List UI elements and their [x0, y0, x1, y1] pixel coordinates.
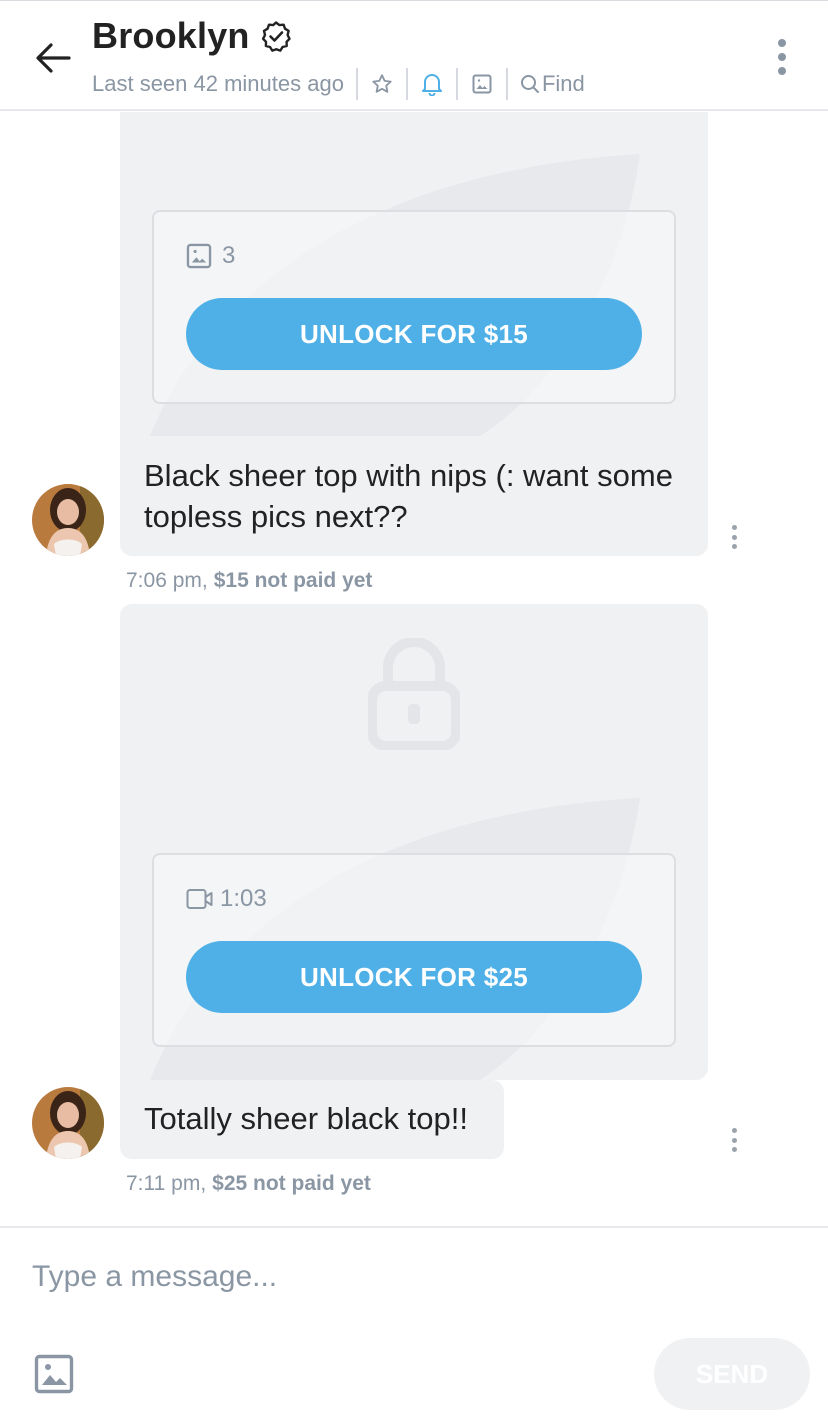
message-options-icon[interactable]: [729, 1128, 739, 1152]
find-label: Find: [541, 71, 585, 96]
more-options-icon[interactable]: [772, 39, 792, 75]
unlock-button[interactable]: UNLOCK FOR $25: [186, 941, 642, 1013]
search-icon: [520, 75, 539, 93]
message-options-icon[interactable]: [729, 525, 739, 549]
contact-name[interactable]: Brooklyn: [92, 15, 250, 57]
video-icon: [186, 889, 213, 909]
video-duration: 1:03: [186, 885, 267, 913]
media-count-value: 3: [222, 242, 236, 269]
locked-content-box: 3 UNLOCK FOR $15: [152, 210, 676, 404]
message-meta: 7:06 pm, $15 not paid yet: [126, 569, 372, 593]
locked-media-card: 3 UNLOCK FOR $15: [120, 112, 708, 436]
divider: [505, 68, 508, 100]
avatar[interactable]: [32, 1087, 104, 1159]
message-composer: SEND: [0, 1226, 828, 1426]
video-duration-value: 1:03: [220, 885, 267, 912]
divider: [405, 68, 408, 100]
image-icon[interactable]: [470, 72, 494, 96]
send-button[interactable]: SEND: [654, 1338, 810, 1410]
avatar[interactable]: [32, 484, 104, 556]
divider: [355, 68, 358, 100]
divider: [455, 68, 458, 100]
star-icon[interactable]: [370, 72, 394, 96]
payment-status: $15 not paid yet: [213, 569, 373, 592]
message-bubble: Totally sheer black top!!: [120, 1080, 504, 1159]
message-input[interactable]: [32, 1254, 632, 1300]
message-text: Totally sheer black top!!: [144, 1101, 468, 1136]
locked-content-box: 1:03 UNLOCK FOR $25: [152, 853, 676, 1047]
bell-icon[interactable]: [420, 72, 444, 96]
unlock-button[interactable]: UNLOCK FOR $15: [186, 298, 642, 370]
attach-image-icon[interactable]: [34, 1354, 74, 1394]
payment-status: $25 not paid yet: [212, 1172, 371, 1195]
locked-media-card: 1:03 UNLOCK FOR $25: [120, 604, 708, 1080]
arrow-left-icon: [36, 43, 71, 73]
message-bubble: Black sheer top with nips (: want some t…: [120, 436, 708, 556]
message-time: 7:11 pm,: [126, 1172, 207, 1195]
image-icon: [186, 243, 212, 269]
back-button[interactable]: [30, 35, 76, 81]
message-text: Black sheer top with nips (: want some t…: [144, 458, 673, 534]
message-time: 7:06 pm,: [126, 569, 208, 592]
chat-header: Brooklyn Last seen 42 minutes ago Find: [0, 0, 828, 111]
find-button[interactable]: Find: [520, 71, 585, 97]
message-meta: 7:11 pm, $25 not paid yet: [126, 1172, 371, 1196]
media-count: 3: [186, 242, 235, 270]
verified-badge-icon: [260, 20, 292, 52]
last-seen-status: Last seen 42 minutes ago: [92, 71, 344, 96]
lock-icon: [368, 638, 460, 750]
